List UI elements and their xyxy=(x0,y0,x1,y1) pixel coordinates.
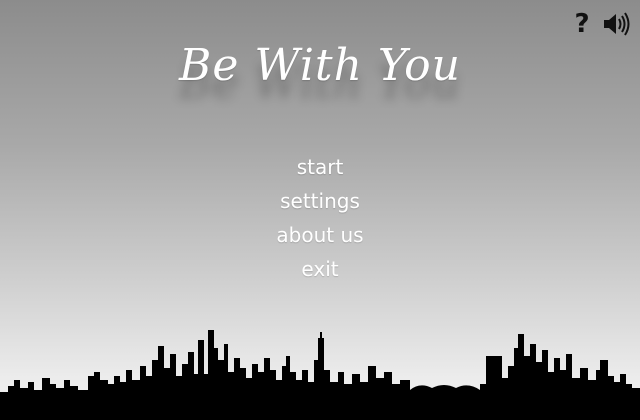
menu-exit-button[interactable]: exit xyxy=(301,252,338,286)
speaker-icon xyxy=(604,12,630,36)
menu-settings-button[interactable]: settings xyxy=(280,184,360,218)
menu-start-button[interactable]: start xyxy=(297,150,344,184)
sound-toggle-button[interactable] xyxy=(602,10,630,38)
city-skyline-silhouette xyxy=(0,330,640,420)
help-button[interactable]: ? xyxy=(572,9,592,39)
menu-about-button[interactable]: about us xyxy=(276,218,363,252)
top-controls: ? xyxy=(572,9,630,39)
main-menu: start settings about us exit xyxy=(0,150,640,286)
question-icon: ? xyxy=(574,9,590,39)
game-title: Be With You xyxy=(179,40,461,91)
